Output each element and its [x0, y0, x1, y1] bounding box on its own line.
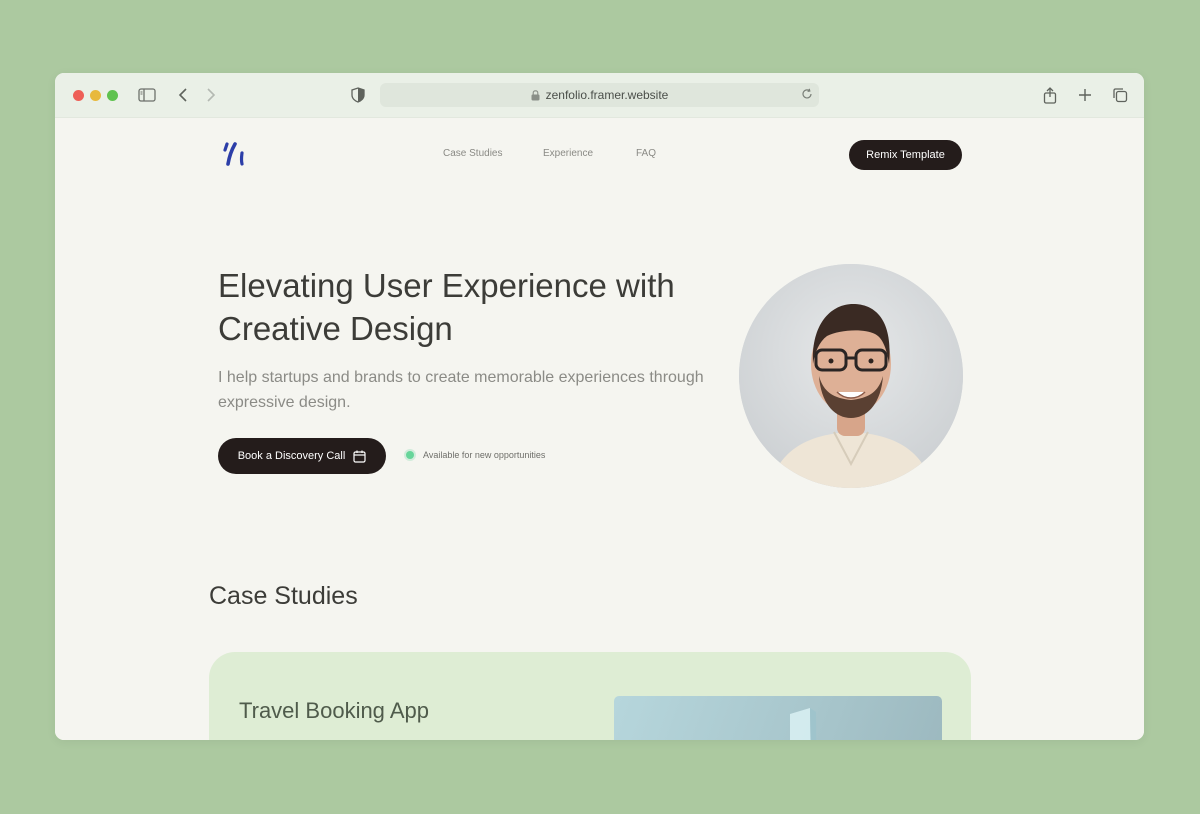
- case-studies-heading: Case Studies: [209, 582, 358, 610]
- browser-window: zenfolio.framer.website Case Studies Exp…: [55, 73, 1144, 740]
- hero-subtitle: I help startups and brands to create mem…: [218, 369, 704, 411]
- reload-icon[interactable]: [801, 88, 813, 100]
- case-study-preview-image: [614, 696, 942, 740]
- case-study-card[interactable]: Travel Booking App: [209, 652, 971, 740]
- portfolio-page: Case Studies Experience FAQ Remix Templa…: [55, 118, 1144, 740]
- availability-status: Available for new opportunities: [406, 450, 545, 460]
- privacy-shield-icon[interactable]: [348, 85, 368, 105]
- profile-photo: [739, 264, 963, 488]
- availability-dot-icon: [406, 451, 414, 459]
- tab-overview-icon[interactable]: [1110, 85, 1130, 105]
- availability-text: Available for new opportunities: [423, 450, 546, 460]
- close-window-button[interactable]: [73, 90, 84, 101]
- new-tab-icon[interactable]: [1075, 85, 1095, 105]
- lock-icon: [531, 89, 540, 101]
- book-discovery-call-button[interactable]: Book a Discovery Call: [218, 438, 386, 474]
- calendar-icon: [353, 450, 366, 463]
- url-text: zenfolio.framer.website: [545, 88, 669, 102]
- forward-icon[interactable]: [201, 85, 221, 105]
- brand-logo-icon[interactable]: [221, 140, 249, 168]
- nav-link-case-studies[interactable]: Case Studies: [443, 148, 502, 159]
- zoom-window-button[interactable]: [107, 90, 118, 101]
- nav-link-experience[interactable]: Experience: [543, 148, 593, 159]
- nav-link-faq[interactable]: FAQ: [636, 148, 656, 159]
- share-icon[interactable]: [1040, 85, 1060, 105]
- case-study-title: Travel Booking App: [239, 698, 429, 723]
- back-icon[interactable]: [173, 85, 193, 105]
- browser-toolbar: zenfolio.framer.website: [55, 73, 1144, 118]
- hero-title: Elevating User Experience with Creative …: [218, 267, 675, 347]
- minimize-window-button[interactable]: [90, 90, 101, 101]
- cta-label: Book a Discovery Call: [237, 450, 346, 462]
- address-bar[interactable]: zenfolio.framer.website: [380, 83, 819, 107]
- remix-template-button[interactable]: Remix Template: [849, 140, 962, 170]
- sidebar-toggle-icon[interactable]: [137, 85, 157, 105]
